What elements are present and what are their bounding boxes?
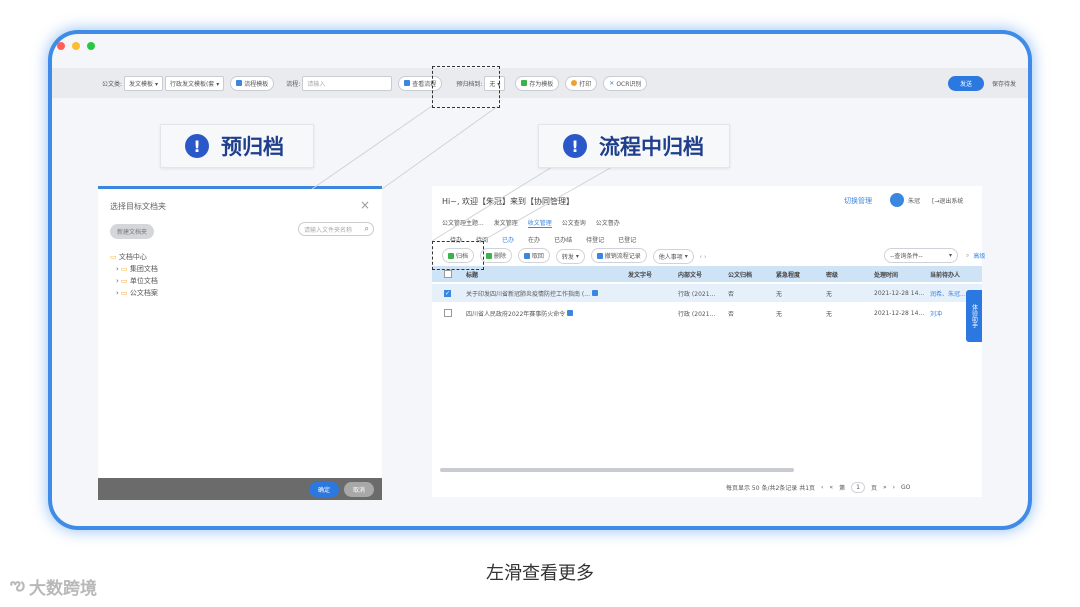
maximize-dot-icon[interactable] xyxy=(87,42,95,50)
exclamation-icon: ! xyxy=(185,134,209,158)
close-dot-icon[interactable] xyxy=(57,42,65,50)
exclamation-icon: ! xyxy=(563,134,587,158)
swipe-caption: 左滑查看更多 xyxy=(486,563,594,584)
minimize-dot-icon[interactable] xyxy=(72,42,80,50)
pre-archive-callout: ! 预归档 xyxy=(160,124,314,168)
callout-connectors xyxy=(311,105,613,242)
watermark: ఌ 大数跨境 xyxy=(10,574,97,600)
window-controls xyxy=(57,42,95,50)
app-window: 公文类: 发文模板 ▾ 行政发文模板(套 ▾ 流程模板 流程: 请输入 查看流程… xyxy=(52,34,1028,526)
logo-icon: ఌ xyxy=(10,574,25,595)
in-flow-archive-callout: ! 流程中归档 xyxy=(538,124,730,168)
